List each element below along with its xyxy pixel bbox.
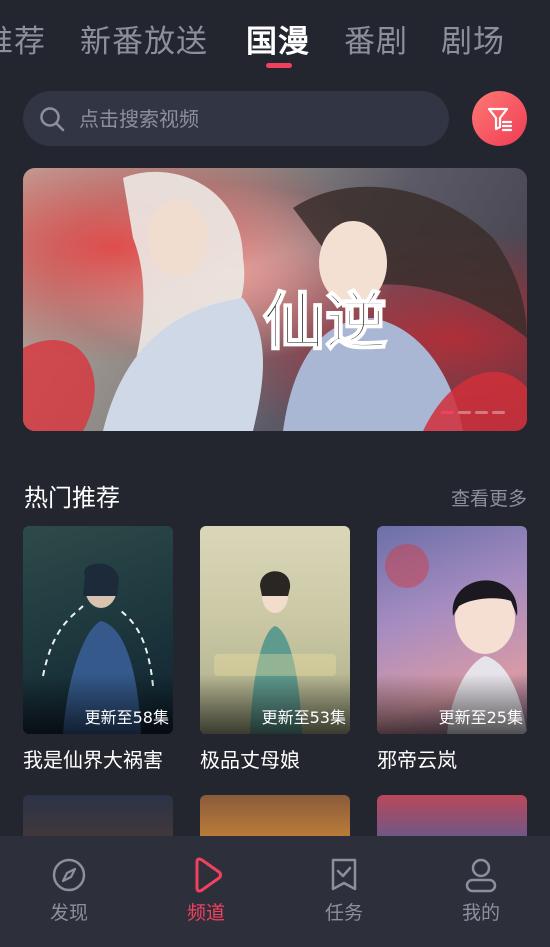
banner-dot xyxy=(458,411,471,414)
banner-dot xyxy=(492,411,505,414)
tab-guoman[interactable]: 国漫 xyxy=(246,16,310,61)
nav-discover[interactable]: 发现 xyxy=(14,856,124,925)
poster-image: 更新至25集 xyxy=(377,526,527,734)
filter-icon xyxy=(487,107,512,131)
bottom-navigation: 发现 频道 任务 我的 xyxy=(0,836,550,947)
see-more-link[interactable]: 查看更多 xyxy=(451,484,527,511)
nav-channel[interactable]: 频道 xyxy=(151,856,261,925)
compass-icon xyxy=(52,858,86,892)
banner-pagination xyxy=(441,411,505,414)
search-input[interactable] xyxy=(79,91,429,146)
card-title: 邪帝云岚 xyxy=(377,748,457,772)
banner-title-art: 仙逆 xyxy=(263,285,387,358)
nav-label: 频道 xyxy=(186,902,225,924)
tab-new-releases[interactable]: 新番放送 xyxy=(80,16,208,61)
anime-card[interactable]: 更新至53集 极品丈母娘 xyxy=(200,526,350,773)
card-title: 我是仙界大祸害 xyxy=(23,748,163,772)
episode-badge: 更新至53集 xyxy=(261,708,346,727)
anime-card[interactable]: 更新至58集 我是仙界大祸害 xyxy=(23,526,173,773)
search-bar[interactable] xyxy=(23,91,449,146)
banner-dot xyxy=(475,411,488,414)
hero-banner[interactable]: 仙逆 xyxy=(23,168,527,431)
poster-image: 更新至58集 xyxy=(23,526,173,734)
task-check-icon xyxy=(331,858,357,891)
nav-profile[interactable]: 我的 xyxy=(426,856,536,925)
nav-label: 发现 xyxy=(49,902,88,924)
filter-button[interactable] xyxy=(472,91,527,146)
episode-badge: 更新至58集 xyxy=(84,708,169,727)
search-icon xyxy=(40,107,65,132)
episode-badge: 更新至25集 xyxy=(438,708,523,727)
poster-image: 更新至53集 xyxy=(200,526,350,734)
category-tabs: 推荐 新番放送 国漫 番剧 剧场 xyxy=(0,0,550,80)
anime-card[interactable]: 更新至25集 邪帝云岚 xyxy=(377,526,527,773)
tab-theater[interactable]: 剧场 xyxy=(441,16,505,61)
section-title: 热门推荐 xyxy=(24,484,120,512)
banner-artwork: 仙逆 xyxy=(23,171,527,431)
tab-anime[interactable]: 番剧 xyxy=(344,16,408,61)
play-icon xyxy=(195,857,222,893)
active-tab-indicator xyxy=(266,63,292,68)
card-title: 极品丈母娘 xyxy=(200,748,300,772)
user-icon xyxy=(465,858,497,893)
banner-dot xyxy=(441,411,454,414)
tab-recommend[interactable]: 推荐 xyxy=(0,16,46,61)
nav-label: 我的 xyxy=(461,902,500,924)
nav-tasks[interactable]: 任务 xyxy=(289,856,399,925)
nav-label: 任务 xyxy=(324,902,363,924)
